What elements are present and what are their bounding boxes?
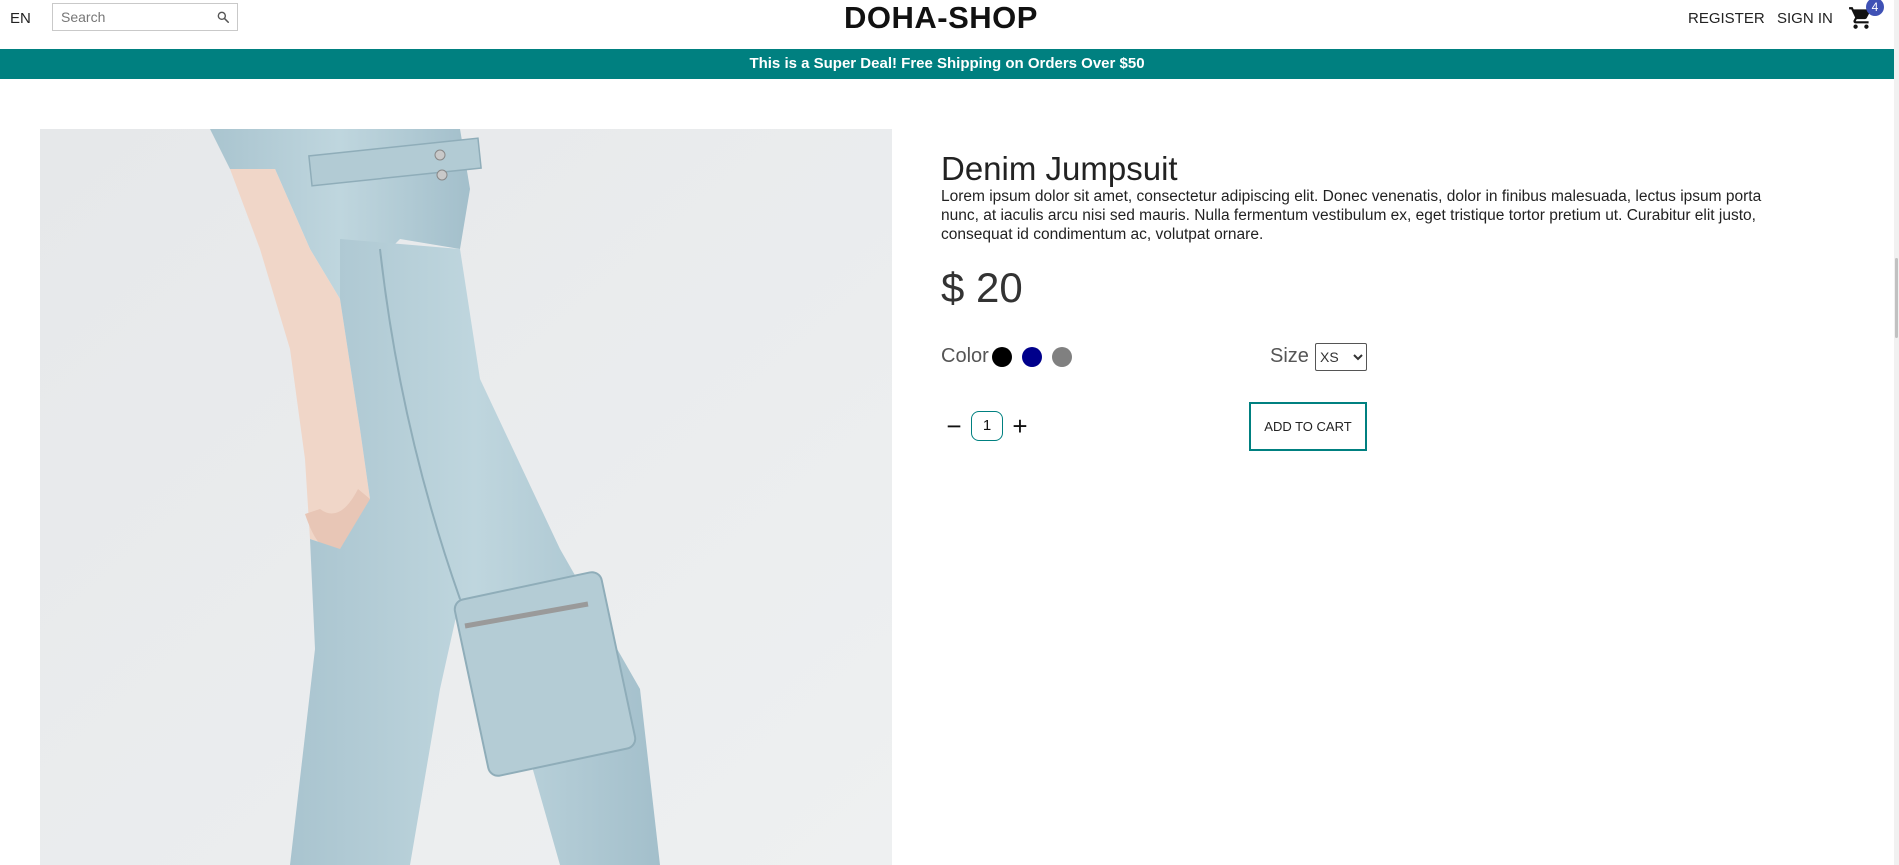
page-scrollbar[interactable] (1894, 0, 1899, 865)
page-scrollbar-thumb[interactable] (1895, 258, 1898, 338)
quantity-increase-button[interactable]: + (1009, 412, 1031, 440)
product-image (40, 129, 892, 865)
color-swatch-black[interactable] (992, 347, 1012, 367)
color-swatch-navy[interactable] (1022, 347, 1042, 367)
header: EN DOHA-SHOP REGISTER SIGN IN 4 (0, 0, 1899, 48)
sign-in-link[interactable]: SIGN IN (1777, 10, 1833, 27)
color-swatch-gray[interactable] (1052, 347, 1072, 367)
product-price: $ 20 (941, 264, 1023, 311)
size-label: Size (1270, 345, 1309, 367)
product-description: Lorem ipsum dolor sit amet, consectetur … (941, 188, 1762, 243)
size-select[interactable]: XS (1315, 343, 1367, 371)
color-label: Color (941, 345, 989, 367)
jumpsuit-photo (40, 129, 892, 865)
site-logo[interactable]: DOHA-SHOP (0, 0, 1882, 36)
quantity-decrease-button[interactable]: − (943, 412, 965, 440)
register-link[interactable]: REGISTER (1688, 10, 1765, 27)
quantity-field[interactable]: 1 (971, 411, 1003, 441)
add-to-cart-button[interactable]: ADD TO CART (1249, 402, 1367, 451)
promo-banner: This is a Super Deal! Free Shipping on O… (0, 49, 1894, 79)
product-title: Denim Jumpsuit (941, 150, 1178, 188)
